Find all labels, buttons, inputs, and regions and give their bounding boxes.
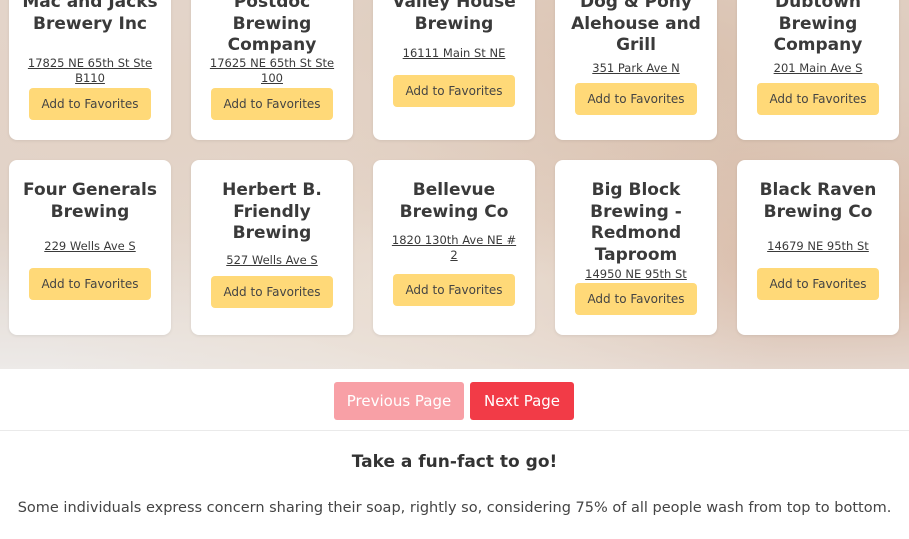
- brewery-address-link[interactable]: 201 Main Ave S: [751, 61, 885, 76]
- brewery-address-link[interactable]: 14950 NE 95th St: [569, 267, 703, 282]
- brewery-address-link[interactable]: 229 Wells Ave S: [23, 239, 157, 254]
- brewery-card: Dubtown Brewing Company 201 Main Ave S A…: [737, 0, 899, 140]
- brewery-name: Dubtown Brewing Company: [773, 0, 863, 55]
- add-to-favorites-button[interactable]: Add to Favorites: [575, 283, 697, 315]
- brewery-address-link[interactable]: 16111 Main St NE: [387, 46, 521, 61]
- brewery-address-link[interactable]: 1820 130th Ave NE # 2: [387, 233, 521, 263]
- brewery-card: Valley House Brewing 16111 Main St NE Ad…: [373, 0, 535, 140]
- brewery-address-link[interactable]: 351 Park Ave N: [569, 61, 703, 76]
- brewery-address-link[interactable]: 14679 NE 95th St: [751, 239, 885, 254]
- fun-fact-title: Take a fun-fact to go!: [351, 452, 558, 472]
- fun-fact-text: Some individuals express concern sharing…: [17, 500, 892, 516]
- previous-page-button[interactable]: Previous Page: [334, 382, 464, 420]
- add-to-favorites-button[interactable]: Add to Favorites: [29, 268, 151, 300]
- brewery-card: Postdoc Brewing Company 17625 NE 65th St…: [191, 0, 353, 140]
- add-to-favorites-button[interactable]: Add to Favorites: [211, 88, 333, 120]
- brewery-card: Herbert B. Friendly Brewing 527 Wells Av…: [191, 160, 353, 335]
- add-to-favorites-button[interactable]: Add to Favorites: [575, 83, 697, 115]
- next-page-button[interactable]: Next Page: [470, 382, 574, 420]
- brewery-card: Bellevue Brewing Co 1820 130th Ave NE # …: [373, 160, 535, 335]
- brewery-card: Black Raven Brewing Co 14679 NE 95th St …: [737, 160, 899, 335]
- add-to-favorites-button[interactable]: Add to Favorites: [393, 274, 515, 306]
- add-to-favorites-button[interactable]: Add to Favorites: [211, 276, 333, 308]
- add-to-favorites-button[interactable]: Add to Favorites: [29, 88, 151, 120]
- brewery-address-link[interactable]: 17825 NE 65th St Ste B110: [23, 56, 157, 86]
- add-to-favorites-button[interactable]: Add to Favorites: [757, 268, 879, 300]
- brewery-name: Bellevue Brewing Co: [399, 180, 509, 222]
- section-divider: [0, 430, 909, 431]
- add-to-favorites-button[interactable]: Add to Favorites: [393, 75, 515, 107]
- brewery-name: Big Block Brewing - Redmond Taproom: [590, 180, 682, 265]
- brewery-name: Black Raven Brewing Co: [759, 180, 877, 222]
- brewery-name: Herbert B. Friendly Brewing: [222, 180, 322, 243]
- add-to-favorites-button[interactable]: Add to Favorites: [757, 83, 879, 115]
- brewery-address-link[interactable]: 17625 NE 65th St Ste 100: [205, 56, 339, 86]
- brewery-address-link[interactable]: 527 Wells Ave S: [205, 253, 339, 268]
- brewery-card: Dog & Pony Alehouse and Grill 351 Park A…: [555, 0, 717, 140]
- brewery-card: Big Block Brewing - Redmond Taproom 1495…: [555, 160, 717, 335]
- brewery-name: Mac and Jacks Brewery Inc: [22, 0, 158, 34]
- brewery-name: Postdoc Brewing Company: [227, 0, 317, 55]
- brewery-name: Dog & Pony Alehouse and Grill: [571, 0, 701, 55]
- brewery-name: Four Generals Brewing: [23, 180, 157, 222]
- brewery-name: Valley House Brewing: [392, 0, 516, 34]
- brewery-card: Four Generals Brewing 229 Wells Ave S Ad…: [9, 160, 171, 335]
- brewery-card: Mac and Jacks Brewery Inc 17825 NE 65th …: [9, 0, 171, 140]
